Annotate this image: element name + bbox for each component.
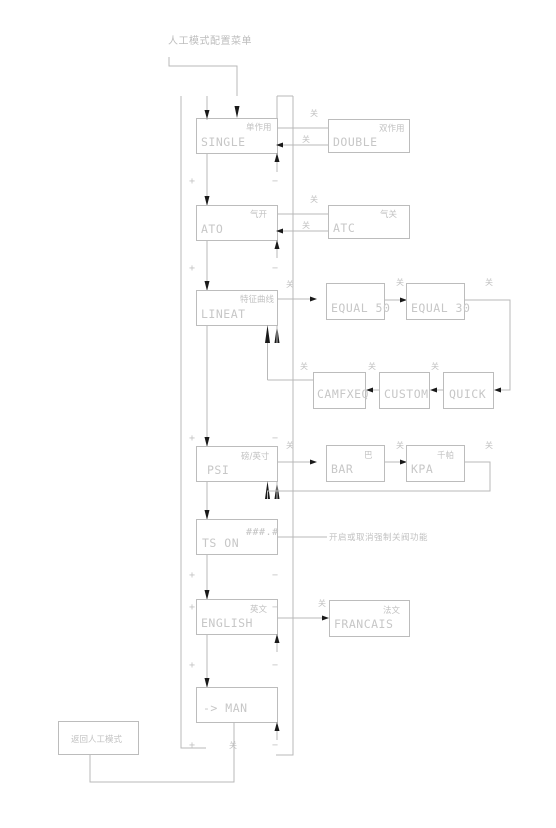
sign-minus-3: −: [272, 433, 279, 444]
box-double-label: 双作用: [379, 123, 405, 134]
box-francais-label: 法文: [383, 605, 401, 616]
box-bar-label: 巴: [364, 451, 373, 461]
box-english-label: 英文: [250, 604, 268, 615]
arrow-down-icon: [204, 590, 210, 600]
arrow-right-icon: [400, 297, 407, 303]
box-single-label: 单作用: [246, 122, 272, 133]
arrow-right-icon: [400, 459, 407, 465]
flowchart-canvas: 人工模式配置菜单 SINGLE 单作用 关 关 DOUBLE 双作用 + − A…: [0, 0, 556, 828]
sign-minus-4: −: [272, 570, 279, 581]
box-man-code: -> MAN: [203, 701, 248, 715]
arrow-right-icon: [310, 296, 317, 302]
diagram-title: 人工模式配置菜单: [168, 34, 252, 47]
sign-minus-6: −: [272, 660, 279, 671]
toggle-label-equal30: 关: [485, 277, 494, 287]
sign-plus-bottom: +: [189, 740, 196, 751]
wire-man-to-return: [89, 722, 235, 783]
box-camfxeq-code: CAMFXEQ: [317, 387, 369, 401]
toggle-label-double: 关: [302, 134, 311, 144]
toggle-label-ato: 关: [310, 194, 319, 204]
box-tson-code: TS ON: [202, 536, 239, 550]
box-equal50-code: EQUAL 50: [331, 301, 390, 315]
note-tson: 开启或取消强制关阀功能: [329, 532, 428, 543]
box-lineat-code: LINEAT: [201, 307, 246, 321]
toggle-label-atc: 关: [302, 220, 311, 230]
box-return-manual-label: 返回人工模式: [71, 734, 123, 745]
arrow-down-icon: [204, 110, 210, 119]
box-ato-code: ATO: [201, 222, 223, 236]
arrow-down-icon: [204, 196, 210, 206]
title-leader-line: [168, 57, 238, 96]
sign-plus-5: +: [189, 602, 196, 613]
toggle-label-psi: 关: [286, 440, 295, 450]
arrow-left-icon: [494, 387, 501, 393]
box-quick-code: QUICK: [449, 387, 486, 401]
box-bar-code: BAR: [331, 462, 353, 476]
toggle-label-kpa: 关: [485, 440, 494, 450]
arrow-down-icon: [204, 281, 210, 291]
wire-equal30-to-quick: [464, 299, 511, 391]
sign-minus-2: −: [272, 263, 279, 274]
sign-plus-1: +: [189, 176, 196, 187]
arrow-up-icon: [274, 240, 280, 249]
sign-plus-3: +: [189, 433, 196, 444]
arrow-left-icon: [430, 387, 437, 393]
box-tson-value: ###.#: [246, 527, 279, 538]
box-atc-label: 气关: [380, 209, 398, 220]
sign-minus-1: −: [272, 176, 279, 187]
arrow-up-icon: [274, 722, 280, 731]
rail-plus-left: [180, 96, 206, 749]
sign-plus-2: +: [189, 263, 196, 274]
box-lineat-label: 特征曲线: [240, 294, 275, 305]
box-double-code: DOUBLE: [333, 135, 378, 149]
toggle-label-camfxeq: 关: [300, 361, 309, 371]
arrow-up-icon: [274, 634, 280, 643]
arrow-up-icon: [274, 153, 280, 162]
box-psi-code: PSI: [207, 463, 229, 477]
box-english-code: ENGLISH: [201, 616, 253, 630]
box-kpa-label: 千帕: [437, 450, 454, 461]
arrow-down-icon: [204, 678, 210, 688]
sign-minus-bottom: −: [272, 740, 279, 751]
sign-plus-4: +: [189, 570, 196, 581]
toggle-label-single: 关: [310, 108, 319, 118]
toggle-label-custom: 关: [368, 361, 377, 371]
box-custom-code: CUSTOM: [384, 387, 429, 401]
wire-kpa-return: [267, 461, 491, 499]
box-psi-label: 磅/英寸: [241, 451, 270, 462]
rail-right-outer: [276, 96, 294, 756]
toggle-label-bar: 关: [396, 440, 405, 450]
toggle-label-quick: 关: [431, 361, 440, 371]
box-atc-code: ATC: [333, 221, 355, 235]
box-kpa-code: KPA: [411, 462, 433, 476]
arrow-up-icon: [265, 325, 270, 343]
box-single-code: SINGLE: [201, 135, 246, 149]
sign-plus-6: +: [189, 660, 196, 671]
toggle-label-lineat: 关: [286, 279, 295, 289]
arrow-right-icon: [322, 615, 329, 621]
arrow-right-icon: [310, 459, 317, 465]
arrow-down-icon: [204, 510, 210, 520]
box-equal30-code: EQUAL 30: [411, 301, 470, 315]
toggle-label-english: 关: [318, 598, 327, 608]
arrow-down-icon: [204, 437, 210, 447]
box-francais-code: FRANCAIS: [334, 617, 393, 631]
toggle-label-man: 关: [229, 740, 238, 750]
toggle-label-equal50: 关: [396, 277, 405, 287]
arrow-down-icon: [234, 106, 240, 118]
box-ato-label: 气开: [250, 209, 268, 220]
